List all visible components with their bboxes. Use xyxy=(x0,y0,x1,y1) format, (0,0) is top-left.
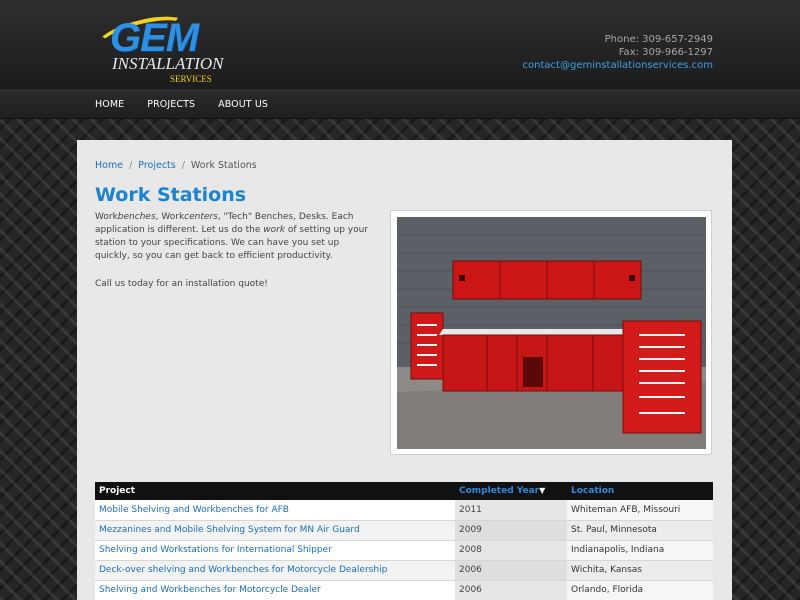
project-location: Whiteman AFB, Missouri xyxy=(567,500,713,521)
project-year: 2006 xyxy=(455,560,567,581)
contact-info: Phone: 309-657-2949 Fax: 309-966-1297 co… xyxy=(523,33,713,72)
table-row[interactable]: Mezzanines and Mobile Shelving System fo… xyxy=(95,520,713,541)
table-row[interactable]: Mobile Shelving and Workbenches for AFB … xyxy=(95,500,713,521)
column-header-location[interactable]: Location xyxy=(567,482,713,500)
column-header-label: Completed Year xyxy=(459,486,540,496)
breadcrumb-home[interactable]: Home xyxy=(95,160,123,171)
project-location: St. Paul, Minnesota xyxy=(567,520,713,541)
photo-frame xyxy=(390,210,712,455)
main-nav: HOME PROJECTS ABOUT US xyxy=(0,90,800,119)
intro-emphasis: work xyxy=(263,225,286,235)
breadcrumb-current: Work Stations xyxy=(190,160,257,171)
intro-text: , Work xyxy=(155,212,185,222)
column-header-completed-year[interactable]: Completed Year▼ xyxy=(455,482,567,500)
table-row[interactable]: Shelving and Workbenches for Motorcycle … xyxy=(95,580,713,600)
intro-emphasis: benches xyxy=(117,212,156,222)
project-location: Orlando, Florida xyxy=(567,580,713,600)
page-title: Work Stations xyxy=(95,184,247,206)
project-link[interactable]: Deck-over shelving and Workbenches for M… xyxy=(95,560,455,581)
email-link[interactable]: contact@geminstallationservices.com xyxy=(523,59,713,72)
column-header-project[interactable]: Project xyxy=(95,482,455,500)
fax-number: Fax: 309-966-1297 xyxy=(618,47,713,58)
logo-subtitle: INSTALLATION xyxy=(112,54,224,73)
breadcrumb-separator: / xyxy=(181,160,185,171)
breadcrumb: Home / Projects / Work Stations xyxy=(95,160,257,171)
content-panel: Home / Projects / Work Stations Work Station… xyxy=(77,140,732,600)
nav-item-projects[interactable]: PROJECTS xyxy=(147,99,195,110)
breadcrumb-separator: / xyxy=(129,160,133,171)
table-row[interactable]: Shelving and Workstations for Internatio… xyxy=(95,540,713,561)
project-location: Wichita, Kansas xyxy=(567,560,713,581)
project-link[interactable]: Shelving and Workstations for Internatio… xyxy=(95,540,455,561)
workstation-photo[interactable] xyxy=(397,217,706,449)
table-row[interactable]: Deck-over shelving and Workbenches for M… xyxy=(95,560,713,581)
intro-paragraph: Workbenches, Workcenters, "Tech" Benches… xyxy=(95,211,370,263)
call-to-action: Call us today for an installation quote! xyxy=(95,279,268,289)
phone-number: Phone: 309-657-2949 xyxy=(604,34,713,45)
table-header-row: Project Completed Year▼ Location xyxy=(95,482,713,500)
project-link[interactable]: Shelving and Workbenches for Motorcycle … xyxy=(95,580,455,600)
project-year: 2008 xyxy=(455,540,567,561)
nav-item-about-us[interactable]: ABOUT US xyxy=(218,99,268,110)
project-location: Indianapolis, Indiana xyxy=(567,540,713,561)
site-header: GEM INSTALLATION SERVICES Phone: 309-657… xyxy=(0,0,800,90)
nav-item-home[interactable]: HOME xyxy=(95,99,124,110)
intro-emphasis: centers xyxy=(184,212,218,222)
projects-table: Project Completed Year▼ Location Mobile … xyxy=(95,482,713,600)
project-link[interactable]: Mezzanines and Mobile Shelving System fo… xyxy=(95,520,455,541)
project-year: 2011 xyxy=(455,500,567,521)
logo-tagline: SERVICES xyxy=(170,74,212,84)
site-logo[interactable]: GEM INSTALLATION SERVICES xyxy=(92,9,232,84)
project-year: 2009 xyxy=(455,520,567,541)
project-year: 2006 xyxy=(455,580,567,600)
workstation-photo-illustration xyxy=(397,217,706,449)
sort-desc-icon: ▼ xyxy=(539,486,546,495)
breadcrumb-projects[interactable]: Projects xyxy=(138,160,175,171)
project-link[interactable]: Mobile Shelving and Workbenches for AFB xyxy=(95,500,455,521)
intro-text: Work xyxy=(95,212,118,222)
